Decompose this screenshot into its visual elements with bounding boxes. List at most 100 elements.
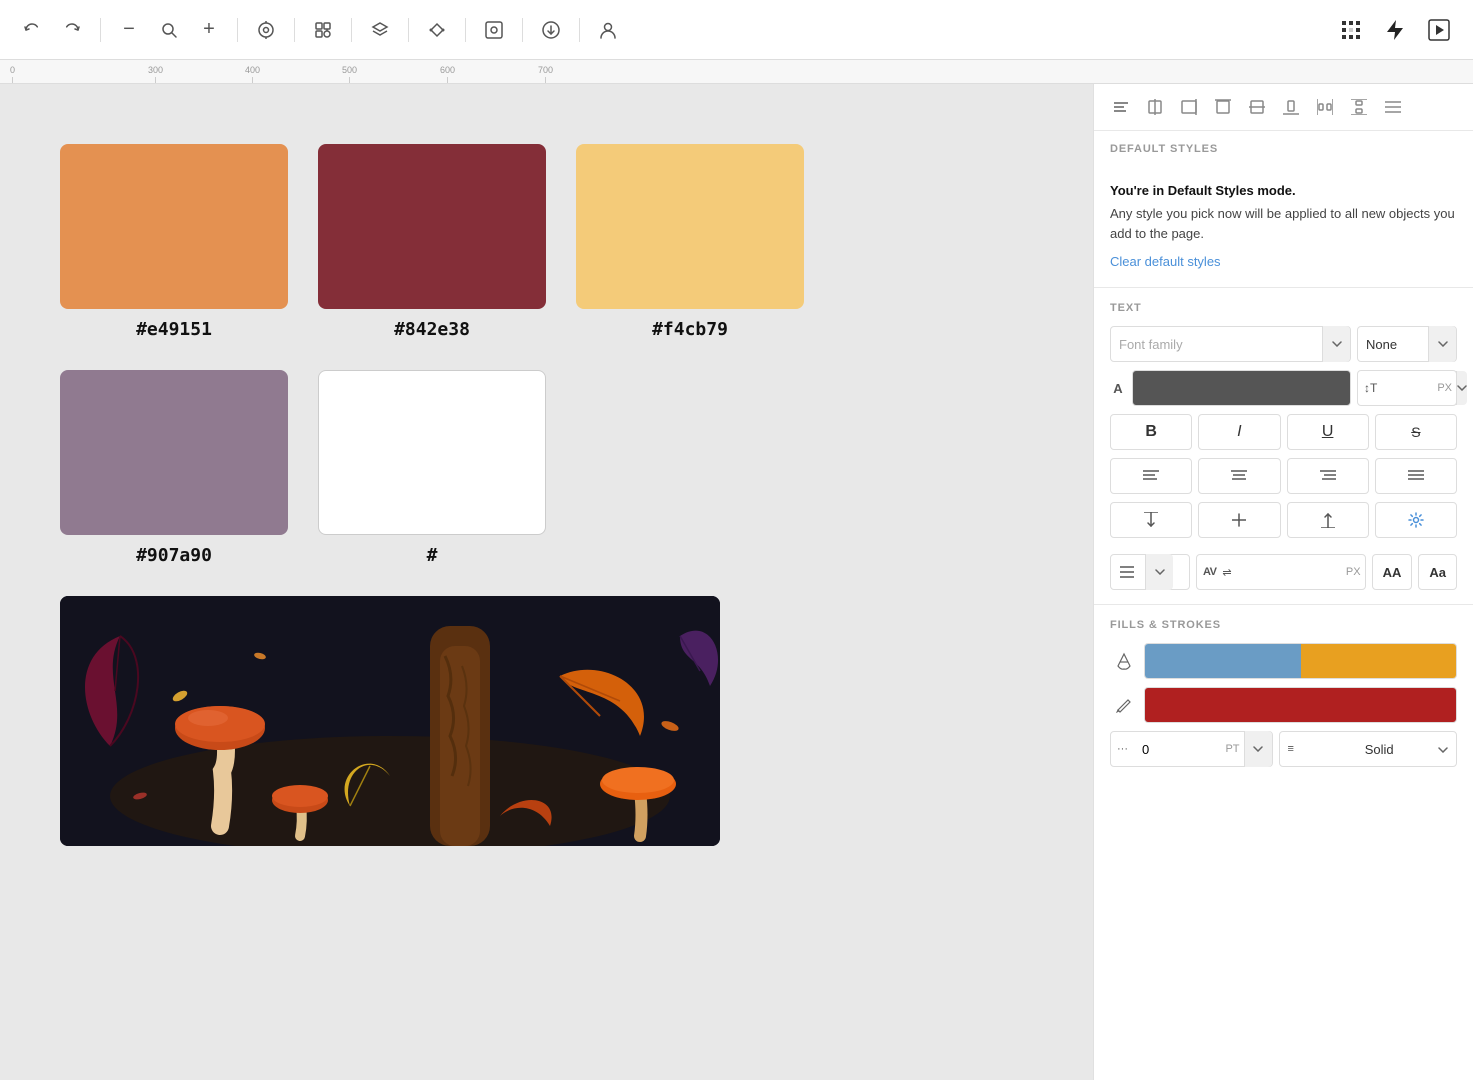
swatch-color-white[interactable]: [318, 370, 546, 535]
stroke-row: [1110, 687, 1457, 723]
notice-desc-text: Any style you pick now will be applied t…: [1110, 204, 1457, 243]
stroke-solid-icon: ≡: [1288, 743, 1361, 755]
swatch-842e38[interactable]: #842e38: [318, 144, 546, 340]
char-spacing-unit: PX: [1342, 566, 1365, 578]
view-button[interactable]: [250, 14, 282, 46]
text-align-right-button[interactable]: [1287, 458, 1369, 494]
text-valign-bottom-button[interactable]: [1287, 502, 1369, 538]
notice-bold-text: You're in Default Styles mode.: [1110, 183, 1457, 198]
swatch-f4cb79[interactable]: #f4cb79: [576, 144, 804, 340]
italic-button[interactable]: I: [1198, 414, 1280, 450]
plugin-button[interactable]: [307, 14, 339, 46]
font-family-select[interactable]: Font family: [1110, 326, 1351, 362]
user-button[interactable]: [592, 14, 624, 46]
ruler-mark-700: 700: [538, 65, 553, 83]
align-bottom-button[interactable]: [1276, 92, 1306, 122]
text-section: TEXT Font family None A: [1094, 288, 1473, 605]
text-valign-middle-button[interactable]: [1198, 502, 1280, 538]
zoom-button[interactable]: [153, 14, 185, 46]
swatch-color-f4cb79[interactable]: [576, 144, 804, 309]
char-spacing-input[interactable]: AV ⇌ PX: [1196, 554, 1366, 590]
clear-default-styles-link[interactable]: Clear default styles: [1110, 254, 1221, 269]
stroke-type-dropdown-arrow[interactable]: [1438, 740, 1448, 758]
canvas-area[interactable]: #e49151 #842e38 #f4cb79 #907a90: [0, 84, 1093, 1080]
align-center-h-button[interactable]: [1140, 92, 1170, 122]
line-spacing-select[interactable]: [1110, 554, 1190, 590]
align-right-button[interactable]: [1174, 92, 1204, 122]
undo-button[interactable]: [16, 14, 48, 46]
align-top-button[interactable]: [1208, 92, 1238, 122]
align-middle-button[interactable]: [1242, 92, 1272, 122]
ruler-mark-0: 0: [10, 65, 15, 83]
stroke-type-select[interactable]: ≡ Solid: [1279, 731, 1458, 767]
distribute-v-button[interactable]: [1344, 92, 1374, 122]
swatch-907a90[interactable]: #907a90: [60, 370, 288, 566]
fill-colors-button[interactable]: [1144, 643, 1457, 679]
text-valign-top-button[interactable]: [1110, 502, 1192, 538]
font-style-dropdown-arrow[interactable]: [1428, 326, 1456, 362]
font-size-field[interactable]: [1383, 381, 1433, 396]
zoom-minus-button[interactable]: −: [113, 14, 145, 46]
play-button[interactable]: [1421, 12, 1457, 48]
lightning-button[interactable]: [1377, 12, 1413, 48]
text-section-title: TEXT: [1110, 302, 1457, 314]
bold-button[interactable]: B: [1110, 414, 1192, 450]
default-styles-notice: You're in Default Styles mode. Any style…: [1094, 167, 1473, 288]
fill-color-left[interactable]: [1145, 644, 1301, 678]
font-size-dropdown[interactable]: [1456, 371, 1467, 405]
zoom-plus-button[interactable]: +: [193, 14, 225, 46]
layers-button[interactable]: [364, 14, 396, 46]
settings-export-button[interactable]: [478, 14, 510, 46]
toolbar-sep-4: [351, 18, 352, 42]
export-button[interactable]: [535, 14, 567, 46]
stroke-width-unit: PT: [1221, 743, 1243, 755]
spacing-row: AV ⇌ PX AA Aa: [1110, 554, 1457, 590]
uppercase-button[interactable]: AA: [1372, 554, 1413, 590]
panel-align-toolbar: [1094, 84, 1473, 131]
text-settings-button[interactable]: [1375, 502, 1457, 538]
ruler-mark-400: 400: [245, 65, 260, 83]
swatch-label-e49151: #e49151: [136, 319, 212, 340]
toolbar-right: [1333, 12, 1457, 48]
spacing-separator: [1110, 546, 1457, 554]
components-button[interactable]: [421, 14, 453, 46]
text-align-left-button[interactable]: [1110, 458, 1192, 494]
swatch-white[interactable]: #: [318, 370, 546, 566]
underline-button[interactable]: U: [1287, 414, 1369, 450]
redo-button[interactable]: [56, 14, 88, 46]
swatches-row-2: #907a90 #: [60, 370, 1033, 566]
capitalize-button[interactable]: Aa: [1418, 554, 1457, 590]
align-left-button[interactable]: [1106, 92, 1136, 122]
toolbar-sep-3: [294, 18, 295, 42]
stroke-width-field[interactable]: [1134, 742, 1221, 757]
font-style-select[interactable]: None: [1357, 326, 1457, 362]
more-align-button[interactable]: [1378, 92, 1408, 122]
swatch-color-907a90[interactable]: [60, 370, 288, 535]
case-buttons: AA Aa: [1372, 554, 1457, 590]
canvas-illustration[interactable]: [60, 596, 720, 846]
distribute-h-button[interactable]: [1310, 92, 1340, 122]
color-size-row: A ↕T PX: [1110, 370, 1457, 406]
grid-view-button[interactable]: [1333, 12, 1369, 48]
text-align-center-button[interactable]: [1198, 458, 1280, 494]
stroke-width-unit-dropdown[interactable]: [1244, 731, 1272, 767]
color-label: A: [1110, 381, 1126, 396]
swatch-color-842e38[interactable]: [318, 144, 546, 309]
swatch-e49151[interactable]: #e49151: [60, 144, 288, 340]
toolbar-sep-2: [237, 18, 238, 42]
font-size-unit: PX: [1433, 382, 1456, 394]
char-spacing-arrows: ⇌: [1222, 566, 1233, 579]
font-family-dropdown-arrow[interactable]: [1322, 326, 1350, 362]
strikethrough-button[interactable]: S: [1375, 414, 1457, 450]
font-size-input[interactable]: ↕T PX: [1357, 370, 1457, 406]
stroke-color-button[interactable]: [1144, 687, 1457, 723]
swatch-color-e49151[interactable]: [60, 144, 288, 309]
font-color-swatch[interactable]: [1132, 370, 1351, 406]
stroke-type-value: Solid: [1365, 742, 1438, 757]
stroke-width-input[interactable]: ··· PT: [1110, 731, 1273, 767]
fill-color-right[interactable]: [1301, 644, 1457, 678]
stroke-pencil-icon: [1110, 691, 1138, 719]
char-spacing-field[interactable]: [1234, 565, 1342, 580]
line-spacing-dropdown[interactable]: [1145, 554, 1173, 590]
text-align-justify-button[interactable]: [1375, 458, 1457, 494]
